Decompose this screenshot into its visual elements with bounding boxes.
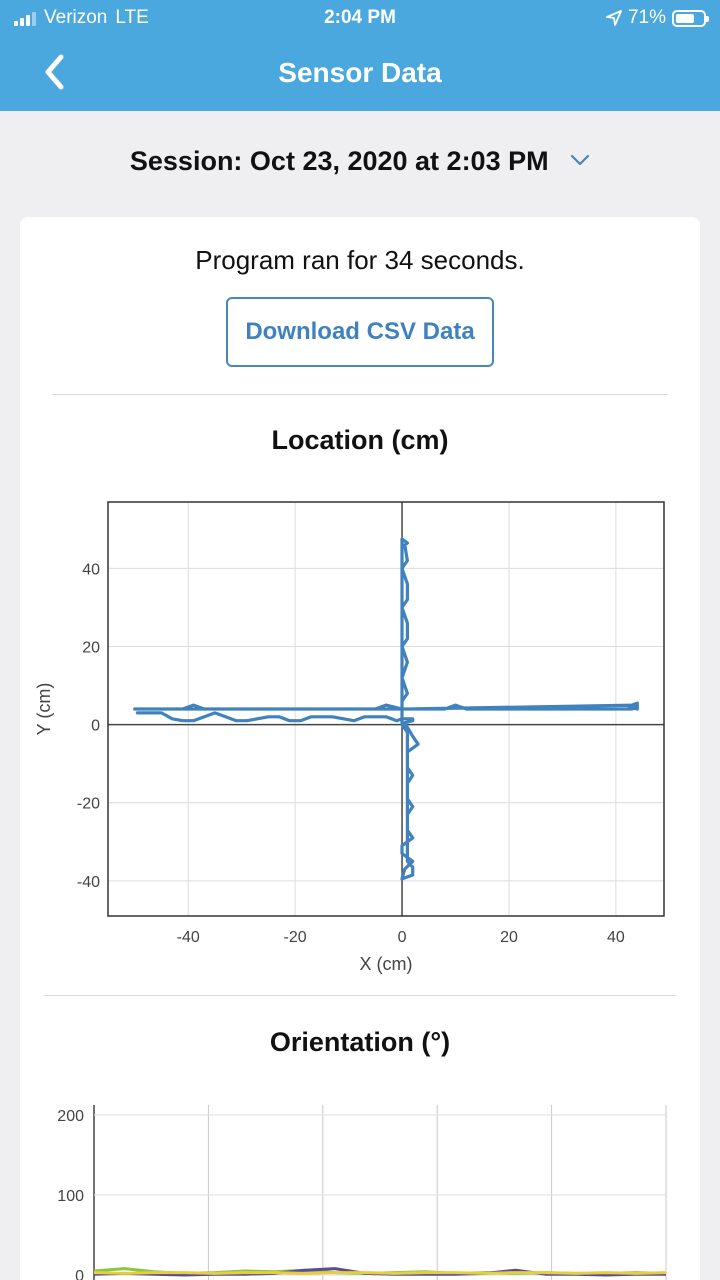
x-axis-label: X (cm) bbox=[360, 954, 413, 974]
y-tick-label: 20 bbox=[82, 640, 100, 657]
y-tick-label: 0 bbox=[91, 718, 100, 735]
battery-fill bbox=[676, 13, 695, 23]
location-chart: -40 -20 0 20 40 -40 -20 0 20 40 X (cm) Y (cm) bbox=[34, 501, 665, 974]
divider bbox=[44, 995, 676, 996]
x-tick-label: -20 bbox=[284, 929, 307, 946]
y-tick-label: 0 bbox=[75, 1268, 84, 1280]
y-axis-label: Y (cm) bbox=[34, 683, 54, 736]
orientation-chart-title: Orientation (°) bbox=[269, 1027, 451, 1057]
location-arrow-icon bbox=[606, 10, 622, 26]
y-tick-label: -20 bbox=[77, 796, 100, 813]
x-tick-label: -40 bbox=[177, 929, 200, 946]
orientation-chart: 0 100 200 bbox=[57, 1105, 667, 1280]
location-path-series bbox=[133, 537, 639, 881]
battery-percent: 71% bbox=[627, 7, 666, 28]
page-title: Sensor Data bbox=[278, 57, 442, 88]
navigation-bar: Sensor Data bbox=[0, 36, 720, 111]
session-selector[interactable]: Session: Oct 23, 2020 at 2:03 PM bbox=[0, 146, 720, 177]
sensor-card: Program ran for 34 seconds. Download CSV… bbox=[20, 217, 700, 1280]
battery-icon bbox=[672, 9, 709, 27]
battery-nub bbox=[706, 15, 709, 22]
divider bbox=[52, 394, 668, 395]
session-label: Session: Oct 23, 2020 at 2:03 PM bbox=[129, 146, 549, 176]
y-tick-label: 100 bbox=[57, 1188, 84, 1205]
runtime-text: Program ran for 34 seconds. bbox=[195, 245, 525, 275]
chevron-down-icon[interactable] bbox=[570, 154, 590, 166]
status-bar: Verizon LTE 2:04 PM 71% bbox=[0, 0, 720, 36]
x-tick-label: 40 bbox=[607, 929, 625, 946]
location-chart-title: Location (cm) bbox=[271, 425, 449, 455]
orientation-series-line bbox=[93, 1271, 667, 1275]
download-csv-button[interactable]: Download CSV Data bbox=[226, 297, 494, 367]
y-tick-label: 200 bbox=[57, 1108, 84, 1125]
x-tick-label: 20 bbox=[500, 929, 518, 946]
x-tick-label: 0 bbox=[398, 929, 407, 946]
status-right: 71% bbox=[606, 7, 709, 29]
y-tick-label: 40 bbox=[82, 561, 100, 578]
y-tick-label: -40 bbox=[77, 874, 100, 891]
